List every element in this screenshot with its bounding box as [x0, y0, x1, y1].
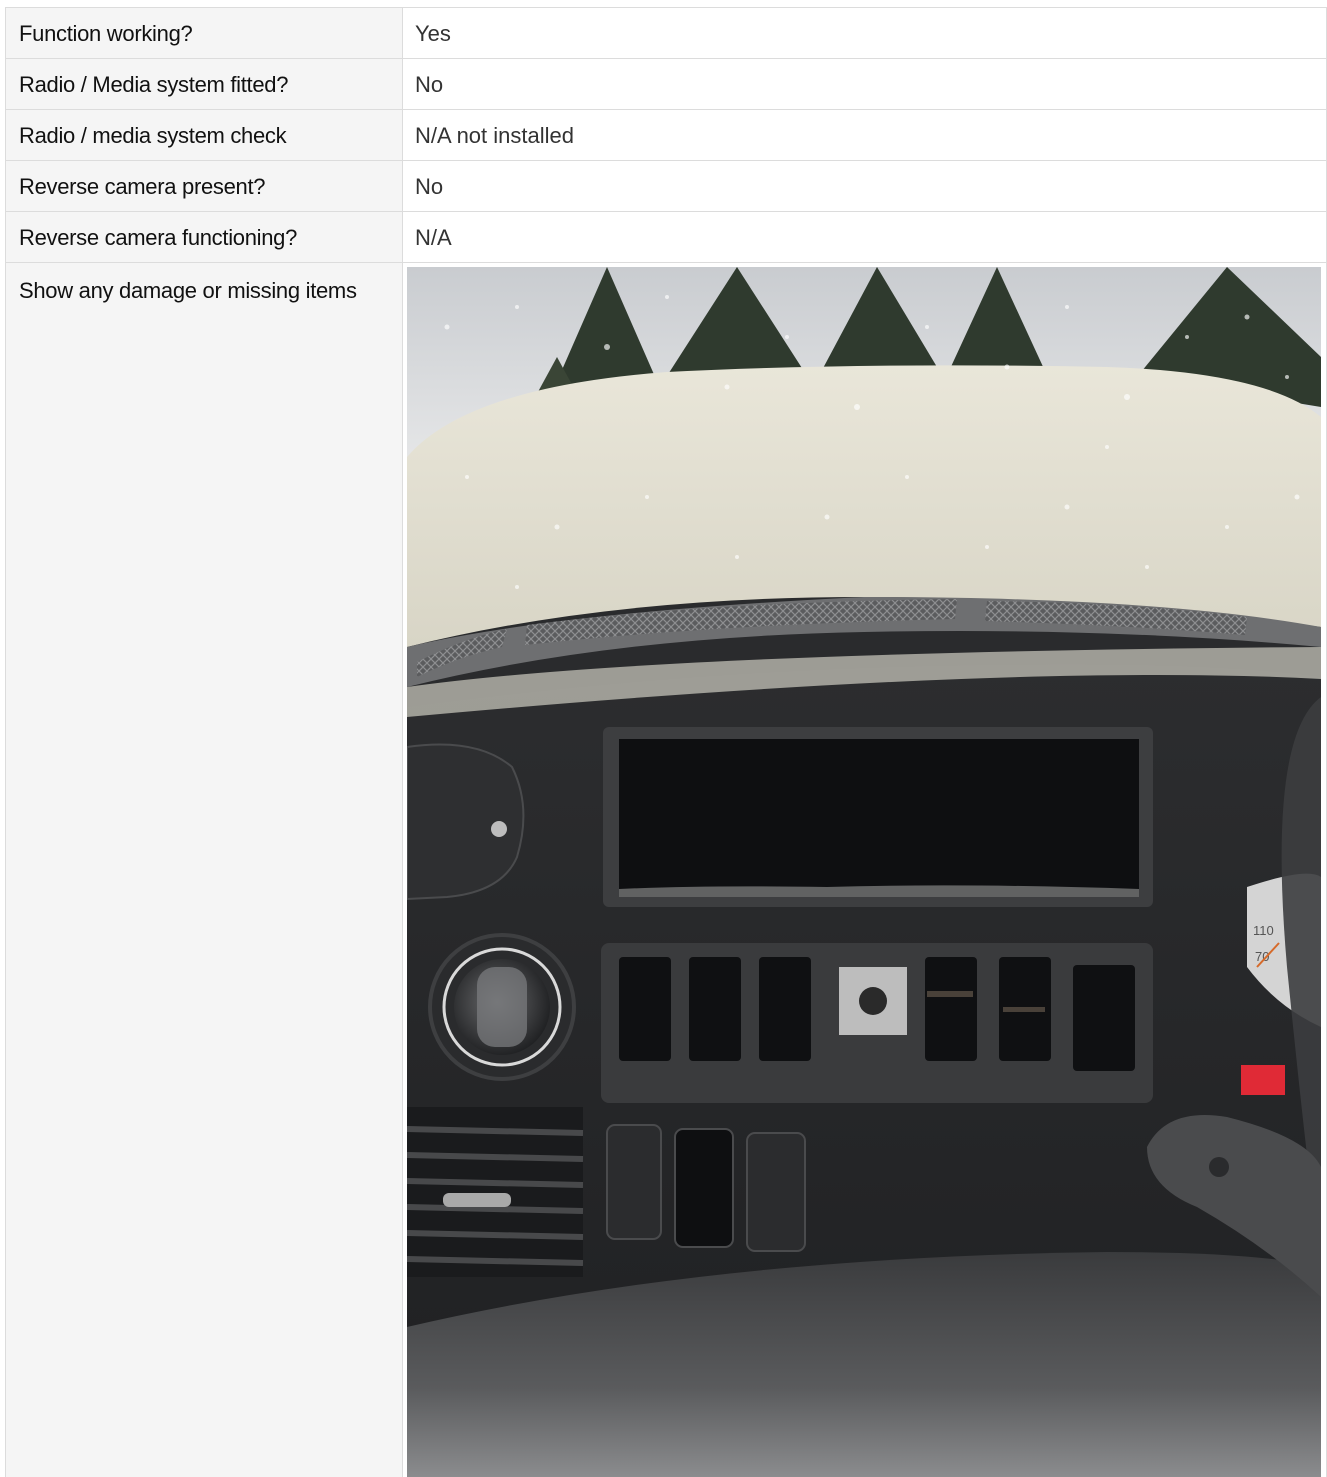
table-row: Radio / Media system fitted? No — [5, 58, 1327, 110]
inspection-table: Function working? Yes Radio / Media syst… — [5, 7, 1327, 1477]
empty-radio-slot — [619, 739, 1139, 897]
slot-debris — [619, 885, 1139, 897]
row-value: Yes — [402, 7, 1327, 59]
row-label: Reverse camera functioning? — [5, 211, 403, 263]
photo-row-label: Show any damage or missing items — [5, 262, 403, 1477]
dashboard-photo[interactable]: 110 70 — [407, 267, 1321, 1477]
switch-socket-icon — [859, 987, 887, 1015]
row-label: Radio / Media system fitted? — [5, 58, 403, 110]
row-label: Reverse camera present? — [5, 160, 403, 212]
warning-light-icon — [1241, 1065, 1285, 1095]
row-value: N/A not installed — [402, 109, 1327, 161]
table-row-photo: Show any damage or missing items 110 70 — [5, 262, 1327, 1477]
row-value: N/A — [402, 211, 1327, 263]
row-value: No — [402, 160, 1327, 212]
speedo-label: 110 — [1253, 923, 1274, 938]
row-label: Function working? — [5, 7, 403, 59]
table-row: Reverse camera present? No — [5, 160, 1327, 212]
heater-knob-grip — [477, 967, 527, 1047]
screw-icon — [491, 821, 507, 837]
table-row: Reverse camera functioning? N/A — [5, 211, 1327, 263]
photo-cell: 110 70 — [402, 262, 1327, 1477]
row-label: Radio / media system check — [5, 109, 403, 161]
air-vent — [407, 1107, 584, 1277]
dashboard-photo-illustration: 110 70 — [407, 267, 1321, 1477]
table-row: Radio / media system check N/A not insta… — [5, 109, 1327, 161]
table-row: Function working? Yes — [5, 7, 1327, 59]
lower-switch-blanks — [606, 1124, 806, 1252]
row-value: No — [402, 58, 1327, 110]
